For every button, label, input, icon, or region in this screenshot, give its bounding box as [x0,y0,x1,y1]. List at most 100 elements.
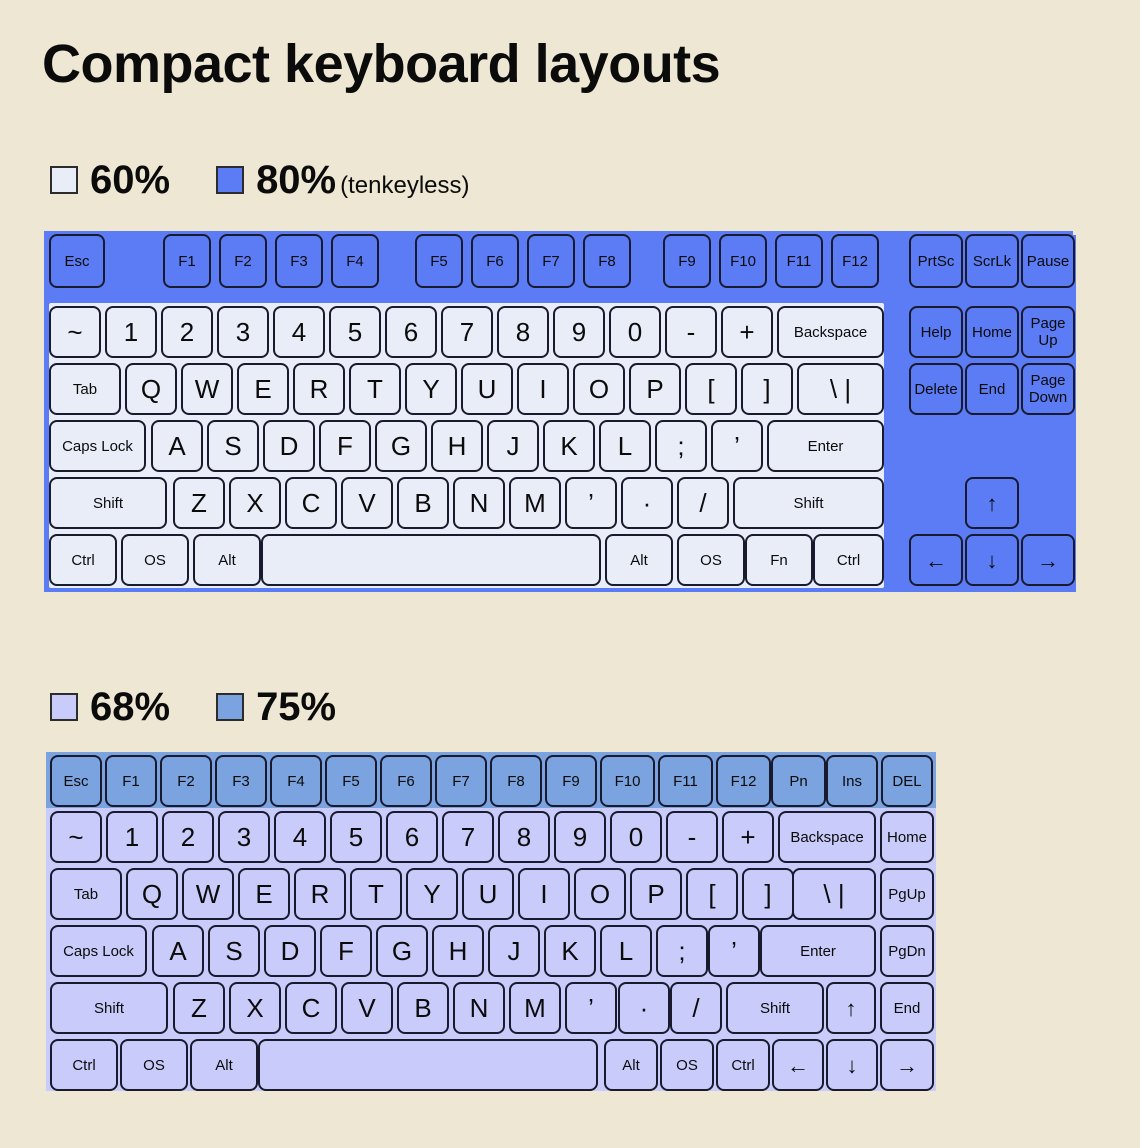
key-prtsc[interactable]: PrtSc [909,234,963,288]
key--[interactable]: - [665,306,717,358]
key-12[interactable]: + [721,306,773,358]
key-10[interactable]: ; [655,420,707,472]
key-alt[interactable]: Alt [605,534,673,586]
key-l[interactable]: L [599,420,651,472]
key-9[interactable]: · [621,477,673,529]
key--[interactable]: - [666,811,718,863]
key-x[interactable]: X [229,982,281,1034]
key-end[interactable]: End [880,982,934,1034]
key-h[interactable]: H [431,420,483,472]
key-8[interactable]: 8 [497,306,549,358]
key-10[interactable]: → [1021,534,1075,586]
key-q[interactable]: Q [125,363,177,415]
key-j[interactable]: J [487,420,539,472]
key-j[interactable]: J [488,925,540,977]
key-7[interactable]: ← [772,1039,824,1091]
key-m[interactable]: M [509,982,561,1034]
key-11[interactable]: ’ [708,925,760,977]
key-v[interactable]: V [341,477,393,529]
key-f4[interactable]: F4 [270,755,322,807]
key-m[interactable]: M [509,477,561,529]
key-f3[interactable]: F3 [275,234,323,288]
key-os[interactable]: OS [121,534,189,586]
key-9[interactable]: ↓ [965,534,1019,586]
key-l[interactable]: L [600,925,652,977]
key-b[interactable]: B [397,477,449,529]
key-os[interactable]: OS [660,1039,714,1091]
key-0[interactable]: 0 [609,306,661,358]
key-help[interactable]: Help [909,306,963,358]
key-12[interactable]: + [722,811,774,863]
key-shift[interactable]: Shift [726,982,824,1034]
key-page-up[interactable]: Page Up [1021,306,1075,358]
key-9[interactable]: 9 [553,306,605,358]
key-pgup[interactable]: PgUp [880,868,934,920]
key-ctrl[interactable]: Ctrl [49,534,117,586]
key-n[interactable]: N [453,477,505,529]
key-9[interactable]: → [880,1039,934,1091]
key-f8[interactable]: F8 [583,234,631,288]
key-x[interactable]: X [229,477,281,529]
key-e[interactable]: E [237,363,289,415]
key-o[interactable]: O [574,868,626,920]
key-f1[interactable]: F1 [163,234,211,288]
key-f12[interactable]: F12 [716,755,771,807]
key-12[interactable]: ] [742,868,794,920]
key-delete[interactable]: Delete [909,363,963,415]
key-o[interactable]: O [573,363,625,415]
key-s[interactable]: S [208,925,260,977]
key-pn[interactable]: Pn [771,755,826,807]
key-f1[interactable]: F1 [105,755,157,807]
key-backspace[interactable]: Backspace [778,811,876,863]
key-pgdn[interactable]: PgDn [880,925,934,977]
key-f3[interactable]: F3 [215,755,267,807]
key-10[interactable]: / [670,982,722,1034]
key-t[interactable]: T [350,868,402,920]
key-shift[interactable]: Shift [49,477,167,529]
key-12[interactable]: ] [741,363,793,415]
key-ctrl[interactable]: Ctrl [50,1039,118,1091]
key-1[interactable]: 1 [105,306,157,358]
key-f[interactable]: F [320,925,372,977]
key-v[interactable]: V [341,982,393,1034]
key-f7[interactable]: F7 [527,234,575,288]
key-s[interactable]: S [207,420,259,472]
key-g[interactable]: G [376,925,428,977]
key-2[interactable]: 2 [162,811,214,863]
key-page-down[interactable]: Page Down [1021,363,1075,415]
key-os[interactable]: OS [120,1039,188,1091]
key-f12[interactable]: F12 [831,234,879,288]
key-f10[interactable]: F10 [719,234,767,288]
key-g[interactable]: G [375,420,427,472]
key-r[interactable]: R [293,363,345,415]
key-0[interactable]: ~ [50,811,102,863]
key-ctrl[interactable]: Ctrl [716,1039,770,1091]
key-6[interactable]: 6 [385,306,437,358]
key-p[interactable]: P [629,363,681,415]
key-home[interactable]: Home [965,306,1019,358]
key-z[interactable]: Z [173,982,225,1034]
key-f7[interactable]: F7 [435,755,487,807]
space-bar[interactable] [258,1039,598,1091]
key-enter[interactable]: Enter [760,925,876,977]
key-11[interactable]: [ [686,868,738,920]
key-caps-lock[interactable]: Caps Lock [49,420,146,472]
key-d[interactable]: D [264,925,316,977]
key-6[interactable]: 6 [386,811,438,863]
key-a[interactable]: A [151,420,203,472]
key-t[interactable]: T [349,363,401,415]
key-4[interactable]: 4 [274,811,326,863]
key-f11[interactable]: F11 [775,234,823,288]
key-10[interactable]: / [677,477,729,529]
key-8[interactable]: ’ [565,477,617,529]
key-b[interactable]: B [397,982,449,1034]
key-esc[interactable]: Esc [50,755,102,807]
key-e[interactable]: E [238,868,290,920]
key-f2[interactable]: F2 [219,234,267,288]
key-k[interactable]: K [543,420,595,472]
key-d[interactable]: D [263,420,315,472]
key-f6[interactable]: F6 [471,234,519,288]
key-y[interactable]: Y [406,868,458,920]
key-f10[interactable]: F10 [600,755,655,807]
key-y[interactable]: Y [405,363,457,415]
